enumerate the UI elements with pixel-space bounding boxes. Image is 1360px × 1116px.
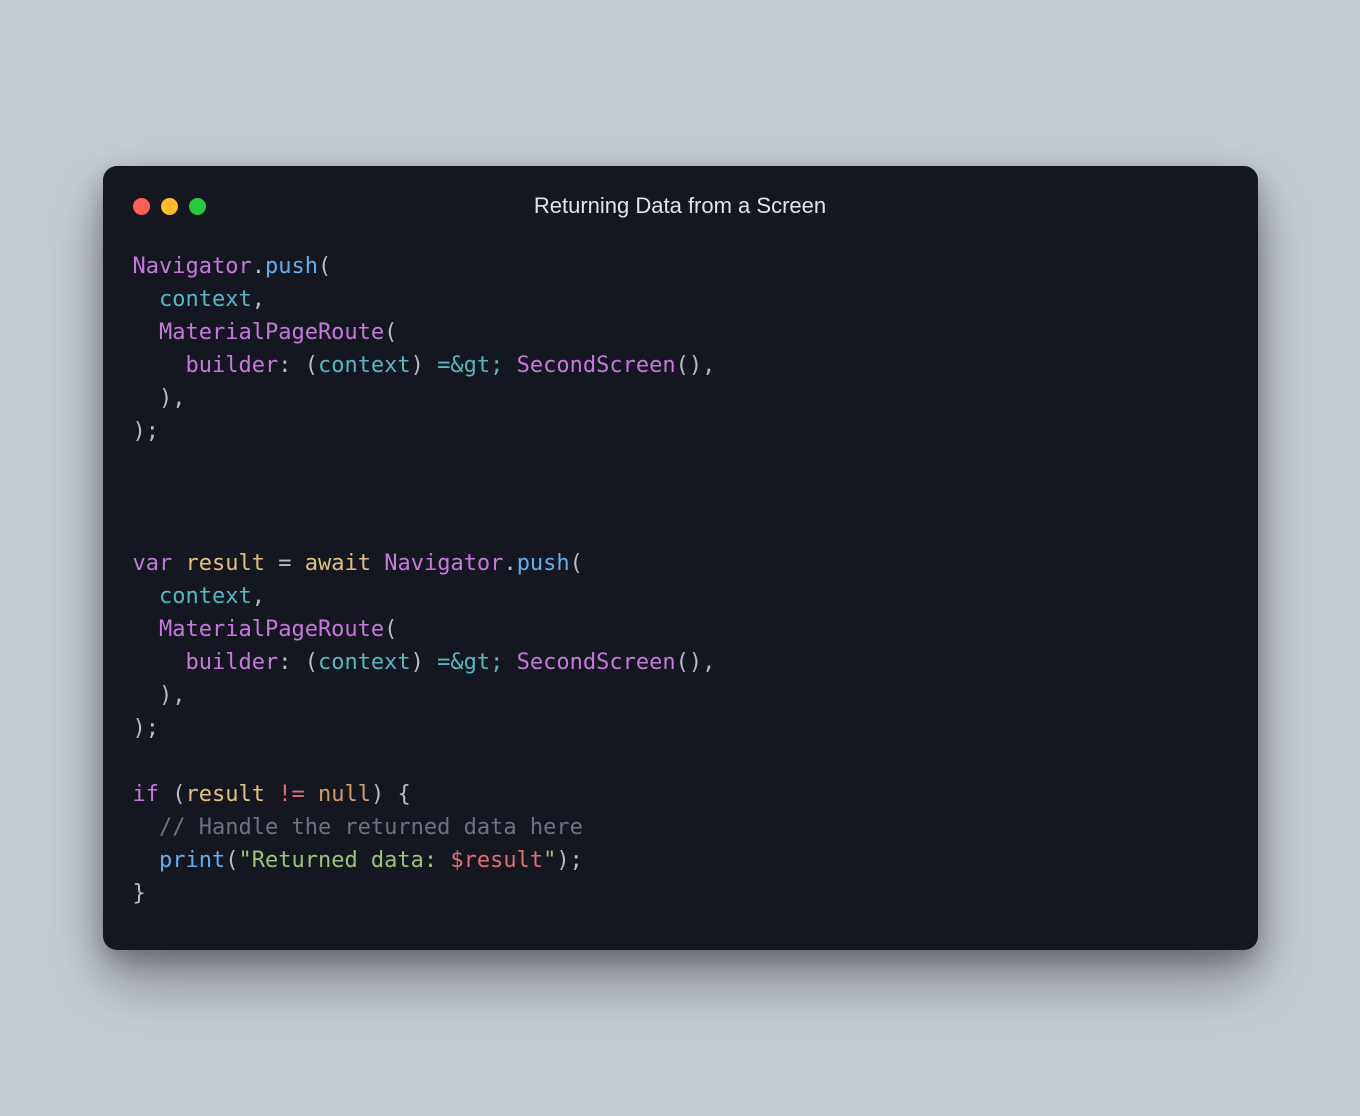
code-token: push bbox=[265, 254, 318, 279]
code-window: Returning Data from a Screen Navigator.p… bbox=[103, 166, 1258, 950]
code-token: builder bbox=[185, 353, 278, 378]
code-token: : bbox=[278, 650, 291, 675]
code-token: $result bbox=[450, 848, 543, 873]
code-token: ) bbox=[689, 650, 702, 675]
maximize-icon[interactable] bbox=[189, 198, 206, 215]
code-token: result bbox=[186, 551, 265, 576]
code-token: context bbox=[159, 584, 252, 609]
code-block: Navigator.push( context, MaterialPageRou… bbox=[133, 250, 1228, 910]
code-token: ) bbox=[133, 419, 146, 444]
code-token: MaterialPageRoute bbox=[159, 617, 384, 642]
code-token: } bbox=[133, 881, 146, 906]
window-title: Returning Data from a Screen bbox=[133, 193, 1228, 219]
code-token: ( bbox=[225, 848, 238, 873]
code-token: : bbox=[278, 353, 291, 378]
code-token: ) bbox=[159, 683, 172, 708]
code-token: ; bbox=[570, 848, 583, 873]
code-token: ( bbox=[676, 650, 689, 675]
code-token: Navigator bbox=[133, 254, 252, 279]
code-token: , bbox=[252, 584, 265, 609]
code-token: ) bbox=[689, 353, 702, 378]
code-token: ( bbox=[384, 320, 397, 345]
code-token: ; bbox=[146, 419, 159, 444]
code-token: context bbox=[318, 650, 411, 675]
code-token: . bbox=[503, 551, 516, 576]
code-token: Navigator bbox=[384, 551, 503, 576]
code-token: result bbox=[186, 782, 265, 807]
code-token: context bbox=[318, 353, 411, 378]
code-token: print bbox=[159, 848, 225, 873]
code-token: =&gt; bbox=[437, 353, 503, 378]
code-token: ) bbox=[411, 353, 424, 378]
code-token: = bbox=[278, 551, 291, 576]
code-token: if bbox=[133, 782, 160, 807]
code-token: , bbox=[702, 353, 715, 378]
code-token: ) bbox=[411, 650, 424, 675]
code-token: await bbox=[305, 551, 371, 576]
minimize-icon[interactable] bbox=[161, 198, 178, 215]
code-token: builder bbox=[185, 650, 278, 675]
code-token: ; bbox=[146, 716, 159, 741]
code-token: push bbox=[517, 551, 570, 576]
code-token: ( bbox=[676, 353, 689, 378]
code-token: , bbox=[172, 683, 185, 708]
code-token: , bbox=[172, 386, 185, 411]
code-token: , bbox=[252, 287, 265, 312]
code-token: =&gt; bbox=[437, 650, 503, 675]
code-token: ( bbox=[384, 617, 397, 642]
code-token: ) bbox=[556, 848, 569, 873]
code-token: var bbox=[133, 551, 173, 576]
code-token: ( bbox=[305, 650, 318, 675]
code-token: " bbox=[543, 848, 556, 873]
code-token: ( bbox=[570, 551, 583, 576]
code-token: "Returned data: bbox=[238, 848, 450, 873]
code-token: context bbox=[159, 287, 252, 312]
code-token: SecondScreen bbox=[517, 650, 676, 675]
code-token: { bbox=[397, 782, 410, 807]
code-token: != bbox=[278, 782, 305, 807]
close-icon[interactable] bbox=[133, 198, 150, 215]
code-token: ) bbox=[133, 716, 146, 741]
code-token: , bbox=[702, 650, 715, 675]
code-token: ( bbox=[172, 782, 185, 807]
code-token: SecondScreen bbox=[517, 353, 676, 378]
code-token: // Handle the returned data here bbox=[159, 815, 583, 840]
code-token: . bbox=[252, 254, 265, 279]
code-token: ( bbox=[305, 353, 318, 378]
code-token: ) bbox=[159, 386, 172, 411]
code-token: MaterialPageRoute bbox=[159, 320, 384, 345]
traffic-lights bbox=[133, 198, 206, 215]
titlebar: Returning Data from a Screen bbox=[133, 192, 1228, 220]
code-token: null bbox=[318, 782, 371, 807]
code-token: ( bbox=[318, 254, 331, 279]
code-token: ) bbox=[371, 782, 384, 807]
